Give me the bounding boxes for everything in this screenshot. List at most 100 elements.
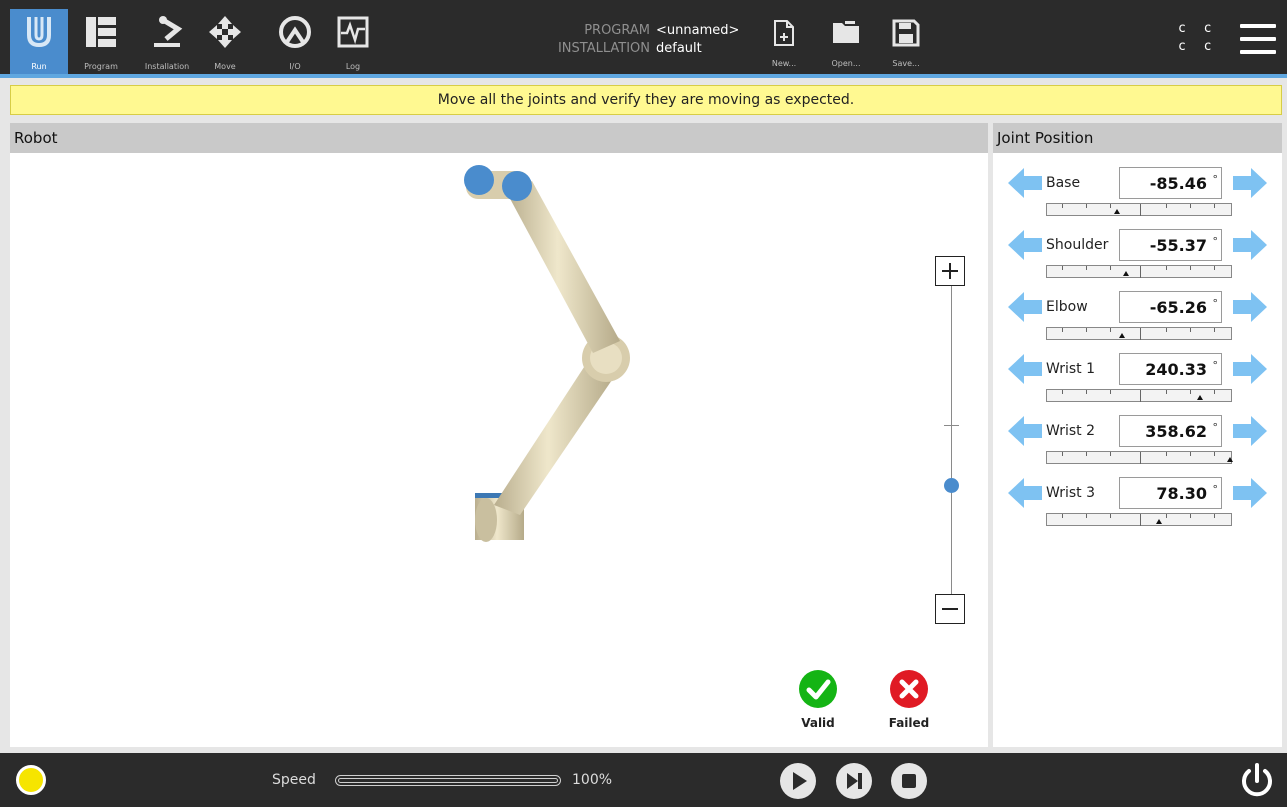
- zoom-in-button[interactable]: [935, 256, 965, 286]
- joint-increase-arrow-icon[interactable]: [1233, 416, 1267, 446]
- joint-value-field[interactable]: -85.46 °: [1119, 167, 1222, 199]
- ur-logo-icon: [27, 17, 51, 48]
- open-program-button[interactable]: Open...: [822, 15, 870, 70]
- joint-increase-arrow-icon[interactable]: [1233, 354, 1267, 384]
- installation-name: default: [656, 41, 702, 56]
- joint-range-slider[interactable]: [1046, 265, 1232, 278]
- joint-position-marker: [1119, 333, 1125, 338]
- play-icon: [793, 772, 807, 790]
- log-icon: [337, 16, 369, 48]
- nav-label: I/O: [289, 62, 301, 71]
- program-name: <unnamed>: [656, 23, 740, 38]
- speed-label: Speed: [272, 772, 316, 788]
- joint-value: -55.37: [1149, 236, 1207, 255]
- joint-position-marker: [1156, 519, 1162, 524]
- joint-position-marker: [1227, 457, 1233, 462]
- folder-icon: [833, 21, 859, 43]
- nav-label: Move: [214, 62, 236, 71]
- hamburger-menu-icon[interactable]: [1240, 24, 1276, 54]
- installation-icon: [154, 16, 183, 47]
- joint-increase-arrow-icon[interactable]: [1233, 292, 1267, 322]
- zoom-slider-track[interactable]: [951, 286, 952, 594]
- failed-label: Failed: [888, 716, 930, 730]
- joint-value-field[interactable]: -65.26 °: [1119, 291, 1222, 323]
- move-icon: [209, 16, 241, 48]
- joint-range-slider[interactable]: [1046, 451, 1233, 464]
- joint-decrease-arrow-icon[interactable]: [1008, 230, 1042, 260]
- joint-increase-arrow-icon[interactable]: [1233, 230, 1267, 260]
- robot-panel-title: Robot: [10, 123, 988, 153]
- stop-button[interactable]: [891, 763, 927, 799]
- installation-key: INSTALLATION: [557, 41, 650, 56]
- joint-value: 78.30: [1156, 484, 1207, 503]
- instruction-banner: Move all the joints and verify they are …: [10, 85, 1282, 115]
- joint-range-slider[interactable]: [1046, 203, 1232, 216]
- joint-range-slider[interactable]: [1046, 513, 1232, 526]
- nav-program-button[interactable]: Program: [72, 9, 130, 74]
- nav-io-button[interactable]: I/O: [266, 9, 324, 74]
- joint-value-field[interactable]: 240.33 °: [1119, 353, 1222, 385]
- top-toolbar: Run Program Installation Move I/O Log PR…: [0, 0, 1287, 74]
- save-program-button[interactable]: Save...: [882, 15, 930, 70]
- program-key: PROGRAM: [584, 23, 650, 38]
- new-program-button[interactable]: New...: [760, 15, 808, 70]
- zoom-out-button[interactable]: [935, 594, 965, 624]
- joint-range-slider[interactable]: [1046, 327, 1232, 340]
- save-label: Save...: [892, 59, 920, 68]
- nav-installation-button[interactable]: Installation: [138, 9, 196, 74]
- cc-status-icon[interactable]: c c c c: [1178, 20, 1216, 56]
- joint-decrease-arrow-icon[interactable]: [1008, 354, 1042, 384]
- joint-increase-arrow-icon[interactable]: [1233, 168, 1267, 198]
- joint-name: Base: [1046, 175, 1081, 191]
- joint-row: Wrist 3 78.30 °: [993, 468, 1282, 530]
- power-button[interactable]: [1238, 762, 1276, 800]
- robot-arm-illustration: [464, 165, 630, 542]
- degree-unit: °: [1212, 235, 1219, 248]
- degree-unit: °: [1212, 483, 1219, 496]
- joint-row: Wrist 2 358.62 °: [993, 406, 1282, 468]
- failed-button[interactable]: Failed: [879, 670, 939, 730]
- joint-range-slider[interactable]: [1046, 389, 1232, 402]
- robot-status-light[interactable]: [16, 765, 46, 795]
- zoom-slider-tick: [944, 425, 959, 426]
- joint-row: Elbow -65.26 °: [993, 282, 1282, 344]
- new-label: New...: [771, 59, 797, 68]
- nav-log-button[interactable]: Log: [324, 9, 382, 74]
- bottom-bar: Speed 100%: [0, 753, 1287, 807]
- joint-position-panel: Joint Position Base -85.46 ° Shoulder -55.37…: [993, 123, 1282, 747]
- degree-unit: °: [1212, 173, 1219, 186]
- zoom-slider-handle[interactable]: [944, 478, 959, 493]
- speed-slider[interactable]: [335, 775, 561, 786]
- robot-3d-view[interactable]: Valid Failed: [10, 153, 988, 747]
- nav-label: Program: [84, 62, 118, 71]
- joint-decrease-arrow-icon[interactable]: [1008, 478, 1042, 508]
- degree-unit: °: [1212, 421, 1219, 434]
- checkmark-icon: [799, 670, 837, 708]
- joint-value-field[interactable]: 358.62 °: [1119, 415, 1222, 447]
- power-icon: [1242, 763, 1272, 797]
- joint-increase-arrow-icon[interactable]: [1233, 478, 1267, 508]
- nav-run-button[interactable]: Run: [10, 9, 68, 74]
- joint-row: Base -85.46 °: [993, 158, 1282, 220]
- joint-value-field[interactable]: 78.30 °: [1119, 477, 1222, 509]
- open-label: Open...: [831, 59, 861, 68]
- step-button[interactable]: [836, 763, 872, 799]
- joint-name: Elbow: [1046, 299, 1088, 315]
- play-button[interactable]: [780, 763, 816, 799]
- new-file-icon: [774, 20, 794, 46]
- joint-value-field[interactable]: -55.37 °: [1119, 229, 1222, 261]
- nav-move-button[interactable]: Move: [196, 9, 254, 74]
- joint-decrease-arrow-icon[interactable]: [1008, 292, 1042, 322]
- joint-row: Wrist 1 240.33 °: [993, 344, 1282, 406]
- valid-button[interactable]: Valid: [788, 670, 848, 730]
- stop-icon: [902, 774, 916, 788]
- x-mark-icon: [890, 670, 928, 708]
- joint-position-marker: [1197, 395, 1203, 400]
- nav-label: Log: [345, 62, 361, 71]
- joint-position-marker: [1114, 209, 1120, 214]
- valid-label: Valid: [801, 716, 835, 730]
- joint-decrease-arrow-icon[interactable]: [1008, 168, 1042, 198]
- joint-decrease-arrow-icon[interactable]: [1008, 416, 1042, 446]
- degree-unit: °: [1212, 297, 1219, 310]
- joint-panel-title: Joint Position: [993, 123, 1282, 153]
